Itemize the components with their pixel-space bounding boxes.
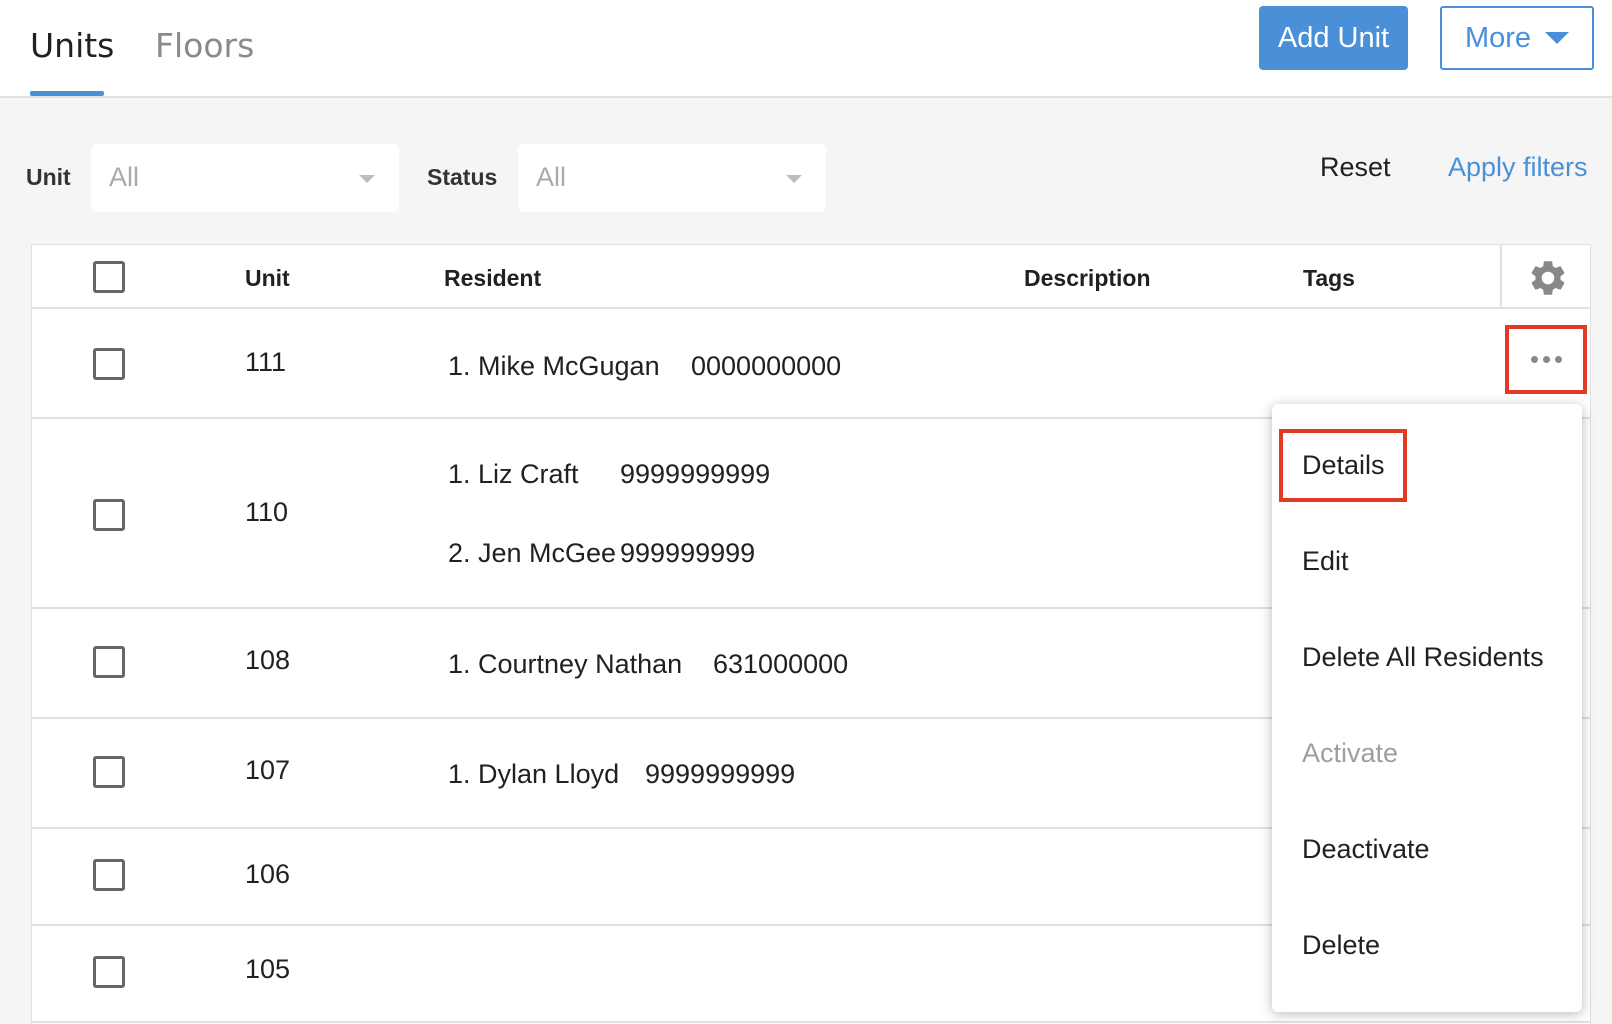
resident-name: 1. Courtney Nathan: [448, 649, 683, 679]
row-checkbox[interactable]: [93, 646, 125, 678]
table-header: Unit Resident Description Tags: [32, 245, 1590, 309]
resident-phone: 999999999: [620, 538, 756, 568]
unit-filter-value: All: [109, 162, 140, 192]
menu-item-activate: Activate: [1302, 738, 1399, 768]
tab-floors[interactable]: Floors: [155, 26, 254, 65]
chevron-down-icon: [359, 175, 375, 183]
row-checkbox[interactable]: [93, 756, 125, 788]
unit-filter-select[interactable]: All: [91, 144, 399, 212]
active-tab-indicator: [30, 91, 104, 96]
more-button-label: More: [1464, 21, 1532, 54]
more-dots-icon: [1542, 356, 1550, 363]
resident-phone: 9999999999: [645, 759, 796, 789]
column-header-tags[interactable]: Tags: [1303, 265, 1355, 292]
top-bar: Units Floors Add Unit More: [0, 0, 1612, 98]
add-unit-button[interactable]: Add Unit: [1259, 6, 1408, 70]
row-actions-button[interactable]: [1505, 325, 1587, 394]
unit-number: 107: [245, 755, 291, 785]
menu-item-delete-all-residents[interactable]: Delete All Residents: [1302, 642, 1544, 673]
menu-item-details[interactable]: Details: [1302, 450, 1385, 481]
apply-filters-button[interactable]: Apply filters: [1448, 152, 1588, 183]
status-filter-label: Status: [427, 164, 498, 190]
unit-number: 110: [245, 497, 289, 527]
select-all-checkbox[interactable]: [93, 261, 125, 293]
chevron-down-icon: [1545, 32, 1570, 44]
chevron-down-icon: [786, 175, 802, 183]
column-header-resident[interactable]: Resident: [444, 265, 541, 292]
tab-units[interactable]: Units: [30, 26, 114, 65]
status-filter-value: All: [536, 162, 567, 192]
menu-item-delete[interactable]: Delete: [1302, 930, 1380, 961]
resident-name: 2. Jen McGee: [448, 538, 617, 568]
gear-icon[interactable]: [1527, 257, 1569, 299]
unit-number: 111: [245, 347, 287, 377]
column-header-unit[interactable]: Unit: [245, 265, 290, 292]
unit-filter-label: Unit: [26, 164, 71, 190]
row-checkbox[interactable]: [93, 859, 125, 891]
resident-phone: 9999999999: [620, 459, 771, 489]
more-dots-icon: [1554, 356, 1562, 363]
row-checkbox[interactable]: [93, 956, 125, 988]
menu-item-edit[interactable]: Edit: [1302, 546, 1349, 577]
table-row[interactable]: 111 1. Mike McGugan 0000000000: [32, 309, 1590, 419]
column-settings[interactable]: [1500, 245, 1592, 309]
row-checkbox[interactable]: [93, 348, 125, 380]
more-dots-icon: [1530, 356, 1538, 363]
resident-phone: 631000000: [713, 649, 849, 679]
more-button[interactable]: More: [1440, 6, 1594, 70]
unit-number: 105: [245, 954, 291, 984]
unit-number: 108: [245, 645, 291, 675]
column-header-description[interactable]: Description: [1024, 265, 1151, 292]
unit-number: 106: [245, 859, 291, 889]
resident-phone: 0000000000: [691, 351, 842, 381]
row-checkbox[interactable]: [93, 499, 125, 531]
resident-name: 1. Dylan Lloyd: [448, 759, 620, 789]
menu-item-deactivate[interactable]: Deactivate: [1302, 834, 1430, 865]
reset-button[interactable]: Reset: [1320, 152, 1391, 183]
resident-name: 1. Liz Craft: [448, 459, 579, 489]
row-actions-menu: Details Edit Delete All Residents Activa…: [1272, 404, 1582, 1012]
resident-name: 1. Mike McGugan: [448, 351, 660, 381]
status-filter-select[interactable]: All: [518, 144, 826, 212]
